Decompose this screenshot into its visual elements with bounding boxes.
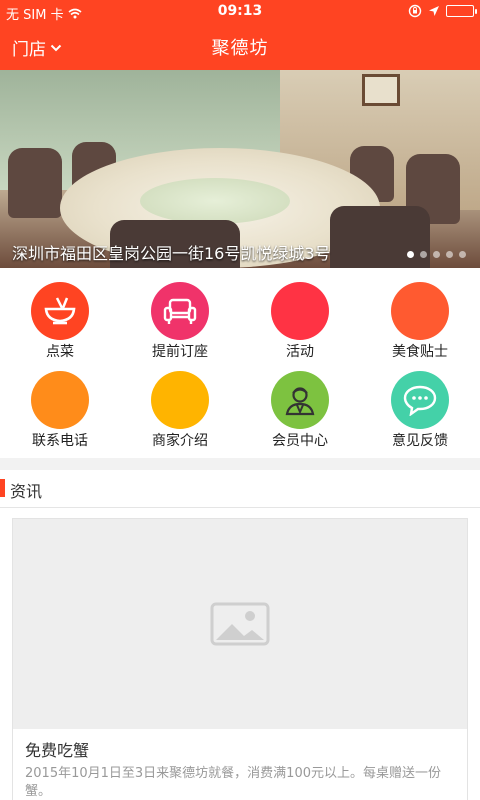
location-arrow-icon	[429, 6, 439, 16]
page-dot	[407, 251, 414, 258]
banner-caption: 深圳市福田区皇岗公园一街16号凯悦绿城3号	[12, 244, 331, 263]
grid-item-3[interactable]: 活动	[240, 268, 360, 360]
grid-icon-circle	[31, 282, 89, 340]
news-section-header: 资讯	[0, 470, 480, 508]
banner-chair	[8, 148, 62, 218]
grid-item-8[interactable]: 意见反馈	[360, 357, 480, 449]
banner-chair	[330, 206, 430, 268]
news-description: 2015年10月1日至3日来聚德坊就餐，消费满100元以上。每桌赠送一份蟹。	[25, 766, 441, 799]
grid-item-label: 会员中心	[272, 433, 328, 449]
page-dot	[420, 251, 427, 258]
grid-item-7[interactable]: 会员中心	[240, 357, 360, 449]
grid-icon-circle	[271, 371, 329, 429]
grid-item-1[interactable]: 点菜	[0, 268, 120, 360]
grid-icon-circle	[151, 371, 209, 429]
page-dot	[433, 251, 440, 258]
news-image-placeholder	[13, 519, 467, 729]
grid-icon-circle	[391, 371, 449, 429]
grid-item-label: 意见反馈	[392, 433, 448, 449]
rotation-lock-icon	[408, 4, 422, 18]
section-accent-bar	[0, 479, 5, 497]
grid-item-6[interactable]: 商家介绍	[120, 357, 240, 449]
bowl-icon	[44, 297, 76, 325]
banner-painting	[362, 74, 400, 106]
top-bar: 无 SIM 卡 09:13 门店 聚德坊	[0, 0, 480, 70]
grid-icon-circle	[271, 282, 329, 340]
grid-icon-circle	[31, 371, 89, 429]
person-icon	[285, 387, 315, 416]
news-list: 免费吃蟹 2015年10月1日至3日来聚德坊就餐，消费满100元以上。每桌赠送一…	[0, 508, 480, 800]
grid-icon-circle	[151, 282, 209, 340]
chat-bubble-icon	[403, 385, 437, 416]
status-right	[408, 4, 477, 18]
news-title: 免费吃蟹	[25, 741, 90, 760]
banner-page-indicator	[407, 251, 466, 258]
page-dot	[459, 251, 466, 258]
section-title: 资讯	[10, 482, 43, 501]
banner-carousel[interactable]: 深圳市福田区皇岗公园一街16号凯悦绿城3号	[0, 70, 480, 268]
nav-header: 门店 聚德坊	[0, 24, 480, 70]
sofa-icon	[163, 298, 197, 324]
grid-item-label: 商家介绍	[152, 433, 208, 449]
page-dot	[446, 251, 453, 258]
grid-item-4[interactable]: 美食贴士	[360, 268, 480, 360]
grid-item-5[interactable]: 联系电话	[0, 357, 120, 449]
banner-lazy-susan	[140, 178, 290, 224]
status-bar: 无 SIM 卡 09:13	[0, 0, 480, 24]
battery-icon	[446, 5, 477, 17]
grid-item-2[interactable]: 提前订座	[120, 268, 240, 360]
image-placeholder-icon	[210, 602, 270, 646]
app-screen: 无 SIM 卡 09:13 门店 聚德坊 深圳市福田区皇岗公园一街16号凯悦绿城…	[0, 0, 480, 800]
page-title: 聚德坊	[211, 38, 269, 59]
feature-grid: 点菜 提前订座 活动 美食贴士联系电话 商家介绍 会员中心 意见反馈	[0, 268, 480, 458]
grid-icon-circle	[391, 282, 449, 340]
grid-item-label: 联系电话	[32, 433, 88, 449]
news-card[interactable]: 免费吃蟹 2015年10月1日至3日来聚德坊就餐，消费满100元以上。每桌赠送一…	[12, 518, 468, 800]
